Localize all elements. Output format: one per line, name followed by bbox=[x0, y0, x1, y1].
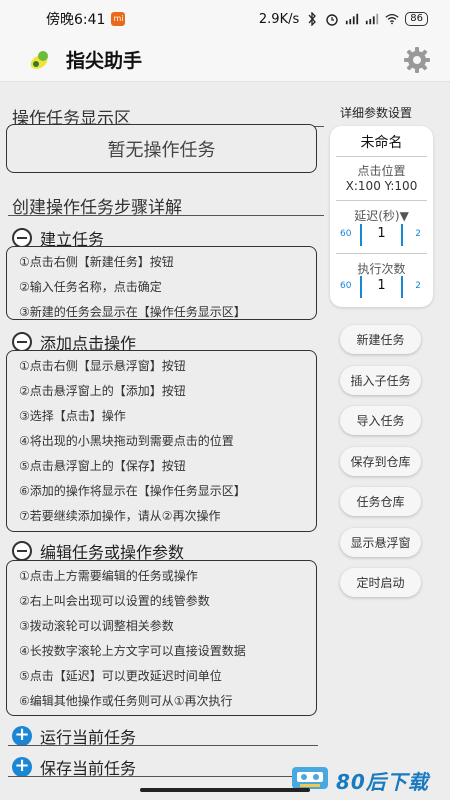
new-task-button[interactable]: 新建任务 bbox=[340, 325, 421, 354]
run-underline bbox=[8, 745, 318, 746]
step-item: ②输入任务名称，点击确定 bbox=[19, 280, 162, 294]
app-bar: 指尖助手 bbox=[0, 38, 450, 82]
step-item: ③拨动滚轮可以调整相关参数 bbox=[19, 619, 174, 633]
step-item: ①点击上方需要编辑的任务或操作 bbox=[19, 569, 198, 583]
step-item: ⑥添加的操作将显示在【操作任务显示区】 bbox=[19, 484, 246, 498]
wheel-next: 2 bbox=[415, 281, 421, 291]
app-logo-icon bbox=[26, 47, 52, 73]
status-right: 2.9K/s 86 bbox=[259, 12, 428, 27]
status-bar: 傍晚6:41 mi 2.9K/s 86 bbox=[0, 0, 450, 38]
wheel-value: 1 bbox=[377, 278, 386, 293]
wheel-next: 2 bbox=[415, 229, 421, 239]
network-speed: 2.9K/s bbox=[258, 11, 300, 27]
group-edit-params-steps: ①点击上方需要编辑的任务或操作 ②右上叫会出现可以设置的线管参数 ③拨动滚轮可以… bbox=[6, 560, 317, 716]
task-display-area[interactable]: 暂无操作任务 bbox=[6, 124, 317, 173]
mi-notification-icon: mi bbox=[111, 12, 126, 26]
step-item: ⑤点击悬浮窗上的【保存】按钮 bbox=[19, 459, 186, 473]
divider bbox=[336, 253, 427, 254]
guide-underline bbox=[8, 215, 324, 216]
import-task-button[interactable]: 导入任务 bbox=[340, 406, 421, 435]
status-time: 傍晚6:41 bbox=[46, 12, 106, 28]
signal-icon-1 bbox=[345, 12, 359, 26]
repeat-wheel[interactable]: 60 1 2 bbox=[336, 276, 427, 298]
click-position-value[interactable]: X:100 Y:100 bbox=[330, 179, 433, 193]
step-item: ①点击右侧【新建任务】按钮 bbox=[19, 255, 174, 269]
watermark-text: 80后下载 bbox=[336, 769, 429, 794]
click-position-label: 点击位置 bbox=[357, 164, 406, 178]
watermark: 80后下载 bbox=[290, 762, 450, 798]
params-title: 详细参数设置 bbox=[340, 106, 413, 120]
empty-task-text: 暂无操作任务 bbox=[107, 139, 216, 161]
step-item: ④长按数字滚轮上方文字可以直接设置数据 bbox=[19, 644, 246, 658]
status-left: 傍晚6:41 mi bbox=[46, 9, 126, 29]
plus-icon bbox=[12, 726, 32, 746]
signal-icon-2 bbox=[365, 12, 379, 26]
alarm-icon bbox=[325, 12, 339, 26]
save-to-repo-button[interactable]: 保存到仓库 bbox=[340, 447, 421, 476]
step-item: ⑤点击【延迟】可以更改延迟时间单位 bbox=[19, 669, 222, 683]
settings-gear-icon[interactable] bbox=[402, 45, 432, 75]
task-name[interactable]: 未命名 bbox=[330, 132, 433, 152]
step-item: ③新建的任务会显示在【操作任务显示区】 bbox=[19, 305, 246, 319]
task-repo-button[interactable]: 任务仓库 bbox=[340, 487, 421, 516]
step-item: ②右上叫会出现可以设置的线管参数 bbox=[19, 594, 210, 608]
wheel-value: 1 bbox=[377, 226, 386, 241]
step-item: ①点击右侧【显示悬浮窗】按钮 bbox=[19, 359, 186, 373]
delay-wheel[interactable]: 60 1 2 bbox=[336, 224, 427, 246]
timer-start-button[interactable]: 定时启动 bbox=[340, 568, 421, 597]
step-item: ③选择【点击】操作 bbox=[19, 409, 126, 423]
wheel-divider bbox=[401, 224, 403, 246]
battery-indicator: 86 bbox=[405, 12, 428, 26]
group-create-task-steps: ①点击右侧【新建任务】按钮 ②输入任务名称，点击确定 ③新建的任务会显示在【操作… bbox=[6, 246, 317, 320]
insert-subtask-button[interactable]: 插入子任务 bbox=[340, 366, 421, 395]
group-add-click-steps: ①点击右侧【显示悬浮窗】按钮 ②点击悬浮窗上的【添加】按钮 ③选择【点击】操作 … bbox=[6, 350, 317, 532]
divider bbox=[336, 200, 427, 201]
plus-icon bbox=[12, 757, 32, 777]
repeat-label: 执行次数 bbox=[357, 262, 406, 276]
collapse-minus-icon bbox=[12, 541, 32, 561]
bluetooth-icon bbox=[305, 12, 319, 26]
step-item: ⑦若要继续添加操作，请从②再次操作 bbox=[19, 509, 221, 523]
delay-label[interactable]: 延迟(秒)▼ bbox=[330, 207, 433, 224]
step-item: ⑥编辑其他操作或任务则可从①再次执行 bbox=[19, 694, 233, 708]
divider bbox=[336, 156, 427, 157]
save-underline bbox=[8, 776, 318, 777]
show-float-window-button[interactable]: 显示悬浮窗 bbox=[340, 528, 421, 557]
collapse-minus-icon bbox=[12, 228, 32, 248]
home-indicator bbox=[140, 788, 310, 792]
param-card: 未命名 点击位置 X:100 Y:100 延迟(秒)▼ 60 1 2 执行次数 … bbox=[330, 126, 433, 307]
app-title: 指尖助手 bbox=[66, 50, 143, 72]
step-item: ④将出现的小黑块拖动到需要点击的位置 bbox=[19, 434, 234, 448]
collapse-minus-icon bbox=[12, 332, 32, 352]
wheel-divider bbox=[401, 276, 403, 298]
wifi-icon bbox=[385, 12, 399, 26]
step-item: ②点击悬浮窗上的【添加】按钮 bbox=[19, 384, 186, 398]
